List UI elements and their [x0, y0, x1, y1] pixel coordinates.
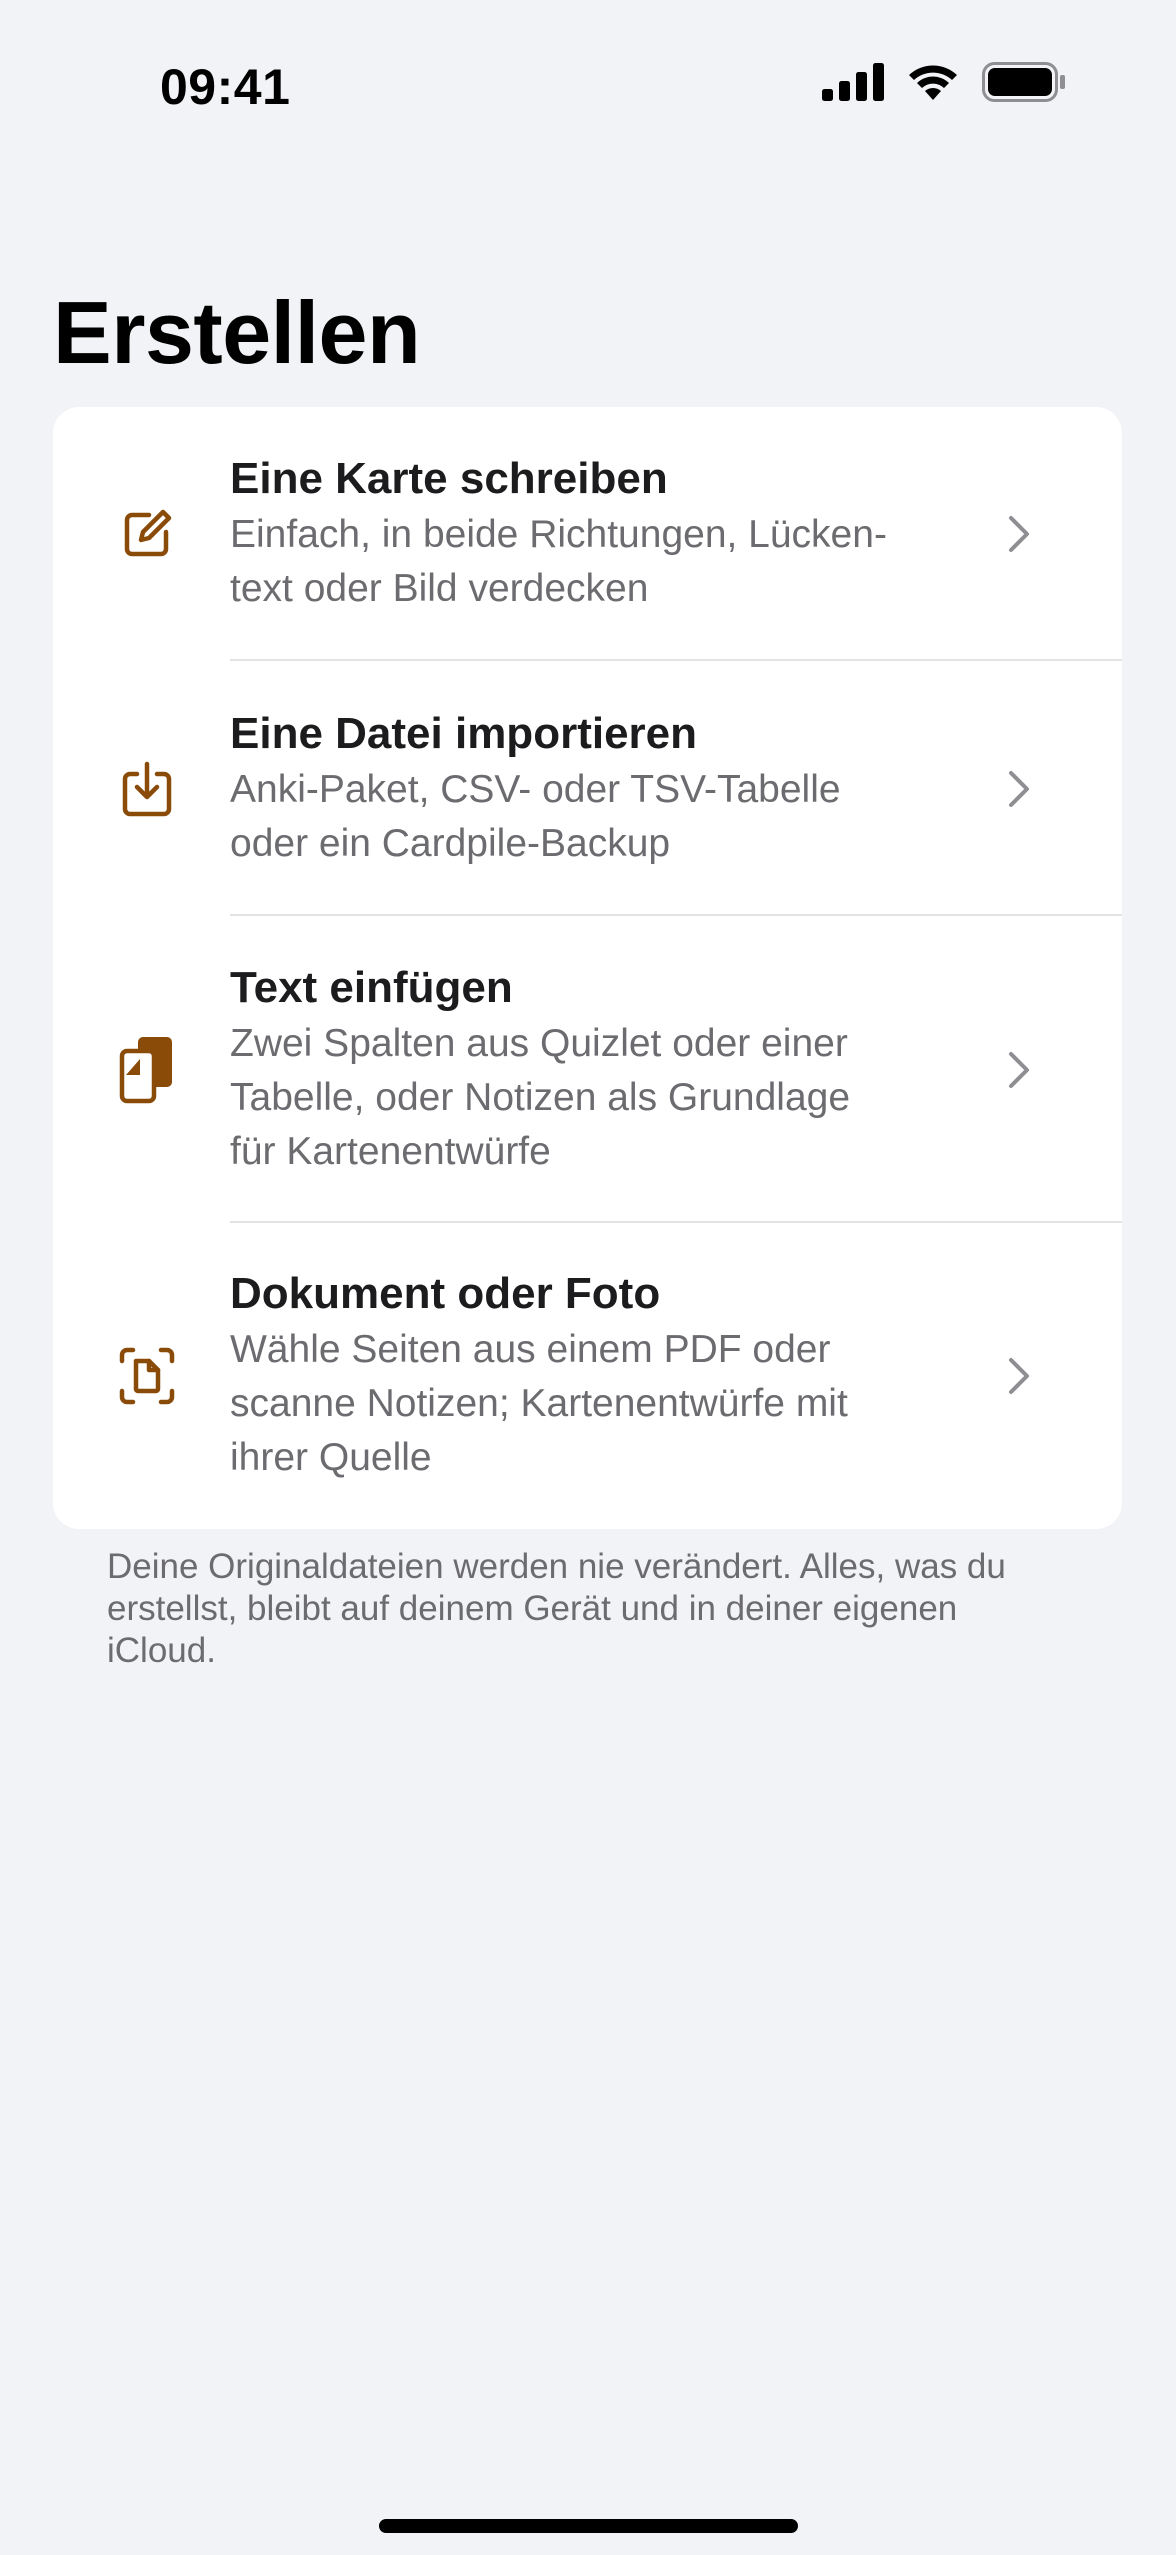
- option-description-line: text oder Bild verdecken: [230, 567, 649, 610]
- option-description-line: für Kartenentwürfe: [230, 1129, 551, 1173]
- footer-note-line: Deine Originaldateien werden nie verände…: [107, 1547, 1006, 1586]
- compose-icon: [53, 506, 230, 562]
- option-document-photo[interactable]: Dokument oder Foto Wähle Seiten aus eine…: [53, 1223, 1122, 1529]
- option-title: Text einfügen: [230, 962, 513, 1012]
- status-icons: [822, 62, 1066, 102]
- option-description-line: oder ein Cardpile-Backup: [230, 821, 671, 865]
- option-description-line: Tabelle, oder Notizen als Grundlage: [230, 1075, 851, 1119]
- footer-note-line: erstellst, bleibt auf deinem Gerät und i…: [107, 1589, 958, 1628]
- chevron-right-icon: [1007, 514, 1122, 554]
- import-tray-icon: [53, 760, 230, 818]
- option-description: Anki-Paket, CSV- oder TSV-Tabelle oder e…: [230, 763, 967, 871]
- option-description-line: Wähle Seiten aus einem PDF oder: [230, 1328, 831, 1371]
- option-description-line: ihrer Quelle: [230, 1436, 432, 1479]
- option-title: Eine Datei importieren: [230, 708, 698, 758]
- create-screen: 09:41 Erstellen Eine Karte schreiben Ein…: [0, 0, 1176, 2555]
- clipboard-paste-icon: [53, 1035, 230, 1105]
- option-description-line: scanne Notizen; Kartenentwürfe mit: [230, 1382, 848, 1425]
- option-description-line: Einfach, in beide Richtungen, Lücken-: [230, 513, 887, 556]
- option-description: Wähle Seiten aus einem PDF oder scanne N…: [230, 1323, 967, 1485]
- chevron-right-icon: [1007, 769, 1122, 809]
- option-title: Dokument oder Foto: [230, 1269, 661, 1318]
- cellular-signal-icon: [822, 63, 884, 101]
- chevron-right-icon: [1007, 1356, 1122, 1396]
- footer-note: Deine Originaldateien werden nie verände…: [107, 1546, 1067, 1672]
- option-paste-text[interactable]: Text einfügen Zwei Spalten aus Quizlet o…: [53, 916, 1122, 1223]
- home-indicator[interactable]: [379, 2519, 798, 2533]
- option-description: Einfach, in beide Richtungen, Lücken- te…: [230, 508, 967, 616]
- status-bar: 09:41: [0, 0, 1176, 170]
- chevron-right-icon: [1007, 1050, 1122, 1090]
- page-title: Erstellen: [53, 283, 421, 382]
- document-scan-icon: [53, 1347, 230, 1405]
- option-description-line: Anki-Paket, CSV- oder TSV-Tabelle: [230, 767, 841, 811]
- option-write-card[interactable]: Eine Karte schreiben Einfach, in beide R…: [53, 407, 1122, 661]
- footer-note-line: iCloud.: [107, 1631, 216, 1670]
- battery-icon: [982, 62, 1066, 102]
- option-description-line: Zwei Spalten aus Quizlet oder einer: [230, 1021, 848, 1065]
- create-options-list: Eine Karte schreiben Einfach, in beide R…: [53, 407, 1122, 1529]
- option-import-file[interactable]: Eine Datei importieren Anki-Paket, CSV- …: [53, 661, 1122, 916]
- wifi-icon: [906, 62, 960, 102]
- option-title: Eine Karte schreiben: [230, 454, 668, 503]
- option-description: Zwei Spalten aus Quizlet oder einer Tabe…: [230, 1017, 967, 1179]
- status-time: 09:41: [160, 59, 291, 115]
